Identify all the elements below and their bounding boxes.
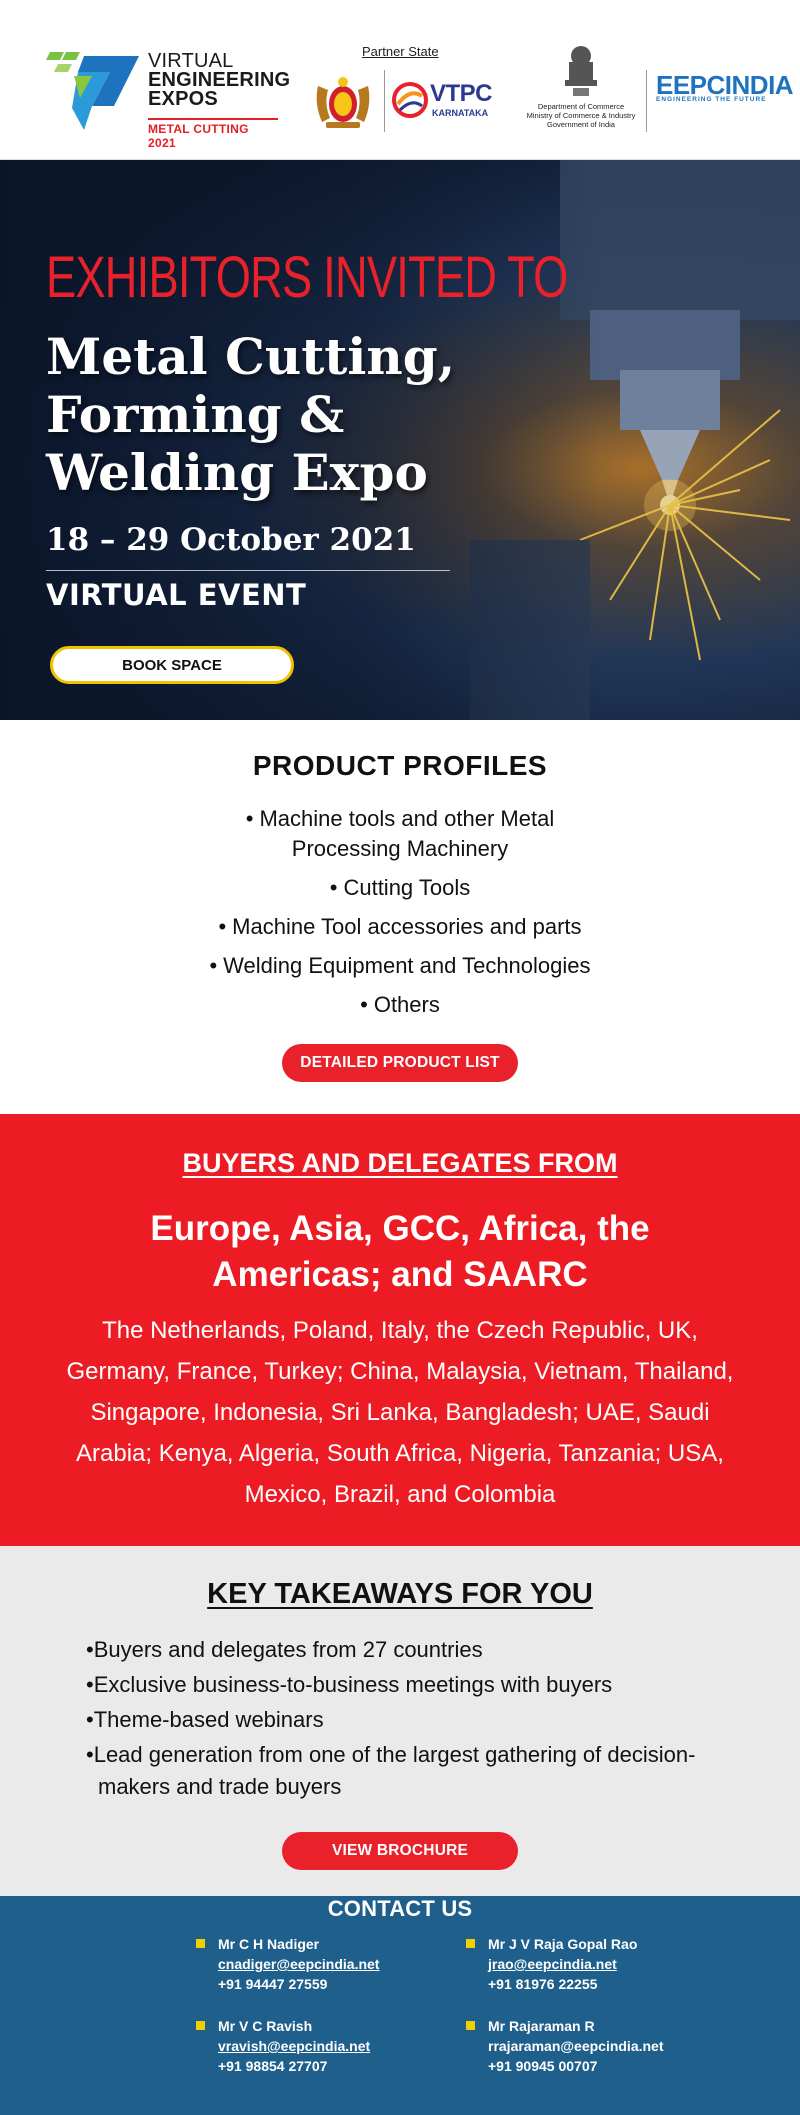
product-item-text: Machine Tool accessories and parts <box>232 914 582 939</box>
book-space-button[interactable]: BOOK SPACE <box>50 646 294 684</box>
product-item-text: Machine tools and other Metal <box>259 806 555 831</box>
eepc-tagline: ENGINEERING THE FUTURE <box>656 96 767 103</box>
contact-email-link[interactable]: cnadiger@eepcindia.net <box>218 1954 379 1974</box>
list-item: • Machine tools and other Metal <box>245 806 555 831</box>
contact-phone: +91 94447 27559 <box>218 1976 328 1992</box>
contact-email-link[interactable]: rrajaraman@eepcindia.net <box>488 2036 664 2056</box>
view-brochure-button[interactable]: VIEW BROCHURE <box>282 1832 518 1870</box>
list-item: Processing Machinery <box>0 834 800 864</box>
vtpc-sub: KARNATAKA <box>432 108 489 118</box>
contact-section: CONTACT US Mr C H Nadiger cnadiger@eepci… <box>0 1896 800 2115</box>
key-takeaways-section: KEY TAKEAWAYS FOR YOU •Buyers and delega… <box>0 1546 800 1896</box>
logo-line-3: EXPOS <box>148 88 218 110</box>
bullet-square-icon <box>196 2021 205 2030</box>
contact-card: Mr V C Ravish vravish@eepcindia.net +91 … <box>196 2016 370 2076</box>
product-item-text: Processing Machinery <box>291 836 509 861</box>
list-item: • Others <box>360 992 440 1017</box>
logo-subtitle: METAL CUTTING 2021 <box>148 118 278 150</box>
list-item: • Welding Equipment and Technologies <box>209 953 591 978</box>
vtpc-swirl-icon <box>392 82 428 118</box>
gov-text-line-1: Department of Commerce <box>537 102 625 111</box>
list-item: •Buyers and delegates from 27 countries <box>86 1637 483 1662</box>
list-item: • Cutting Tools <box>329 875 471 900</box>
hero-divider <box>46 570 450 571</box>
list-item: •Exclusive business-to-business meetings… <box>86 1672 613 1697</box>
list-item: •Theme-based webinars <box>86 1707 324 1732</box>
buyer-countries: The Netherlands, Poland, Italy, the Czec… <box>66 1317 734 1508</box>
contact-name: Mr J V Raja Gopal Rao <box>488 1936 638 1952</box>
virtual-engineering-expos-logo[interactable]: VIRTUAL ENGINEERING EXPOS METAL CUTTING … <box>44 48 294 150</box>
event-type: VIRTUAL EVENT <box>46 578 307 612</box>
karnataka-emblem-icon <box>316 77 370 128</box>
partner-state-label: Partner State <box>362 44 439 59</box>
detailed-product-list-button[interactable]: DETAILED PRODUCT LIST <box>282 1044 518 1082</box>
contact-email-link[interactable]: vravish@eepcindia.net <box>218 2036 370 2056</box>
header-divider-2 <box>646 70 647 132</box>
gov-text-line-2: Ministry of Commerce & Industry <box>526 111 636 120</box>
product-item-text: Cutting Tools <box>343 875 471 900</box>
contact-phone: +91 81976 22255 <box>488 1976 598 1992</box>
contact-heading: CONTACT US <box>327 1896 473 1921</box>
hero-title-line-2: Forming & <box>46 385 345 444</box>
vtpc-name: VTPC <box>430 80 493 107</box>
vtpc-karnataka-logo[interactable]: VTPC KARNATAKA <box>392 78 493 128</box>
takeaways-list: •Buyers and delegates from 27 countries … <box>86 1634 726 1806</box>
bullet-square-icon <box>466 1939 475 1948</box>
buyers-section: BUYERS AND DELEGATES FROM Europe, Asia, … <box>0 1114 800 1546</box>
list-item: • Machine Tool accessories and parts <box>218 914 582 939</box>
product-list: • Machine tools and other Metal Processin… <box>0 804 800 1029</box>
header: VIRTUAL ENGINEERING EXPOS METAL CUTTING … <box>0 0 800 160</box>
product-profiles-section: PRODUCT PROFILES • Machine tools and othe… <box>0 720 800 1114</box>
header-divider <box>384 70 385 132</box>
contact-name: Mr C H Nadiger <box>218 1936 320 1952</box>
takeaways-heading: KEY TAKEAWAYS FOR YOU <box>207 1578 593 1610</box>
contact-phone: +91 90945 00707 <box>488 2058 598 2074</box>
hero-banner: EXHIBITORS INVITED TO Metal Cutting, For… <box>0 160 800 720</box>
list-item: •Lead generation from one of the largest… <box>86 1742 696 1799</box>
dept-commerce-text: Department of Commerce Ministry of Comme… <box>518 102 644 129</box>
hero-title: Metal Cutting, Forming & Welding Expo <box>46 328 455 502</box>
contact-name: Mr Rajaraman R <box>488 2018 595 2034</box>
newsletter-page: VIRTUAL ENGINEERING EXPOS METAL CUTTING … <box>0 0 800 2115</box>
buyers-heading: BUYERS AND DELEGATES FROM <box>182 1148 618 1178</box>
vee-logo-icon <box>46 52 139 130</box>
contact-card: Mr Rajaraman R rrajaraman@eepcindia.net … <box>466 2016 664 2076</box>
event-date: 18 – 29 October 2021 <box>46 522 416 558</box>
hero-invite-text: EXHIBITORS INVITED TO <box>46 245 568 310</box>
contact-name: Mr V C Ravish <box>218 2018 313 2034</box>
contact-email-link[interactable]: jrao@eepcindia.net <box>488 1954 637 1974</box>
product-item-text: Others <box>373 992 440 1017</box>
gov-text-line-3: Government of India <box>547 120 615 129</box>
contact-card: Mr J V Raja Gopal Rao jrao@eepcindia.net… <box>466 1934 638 1994</box>
vee-logo-text: VIRTUAL ENGINEERING EXPOS <box>148 51 290 110</box>
product-item-text: Welding Equipment and Technologies <box>223 953 591 978</box>
product-profiles-heading: PRODUCT PROFILES <box>252 750 548 781</box>
contact-card: Mr C H Nadiger cnadiger@eepcindia.net +9… <box>196 1934 379 1994</box>
bullet-square-icon <box>196 1939 205 1948</box>
hero-title-line-1: Metal Cutting, <box>46 327 456 386</box>
bullet-square-icon <box>466 2021 475 2030</box>
hero-title-line-3: Welding Expo <box>46 443 428 502</box>
buyer-regions: Europe, Asia, GCC, Africa, the Americas;… <box>150 1209 650 1294</box>
contact-phone: +91 98854 27707 <box>218 2058 328 2074</box>
ashoka-emblem-icon <box>565 46 597 96</box>
